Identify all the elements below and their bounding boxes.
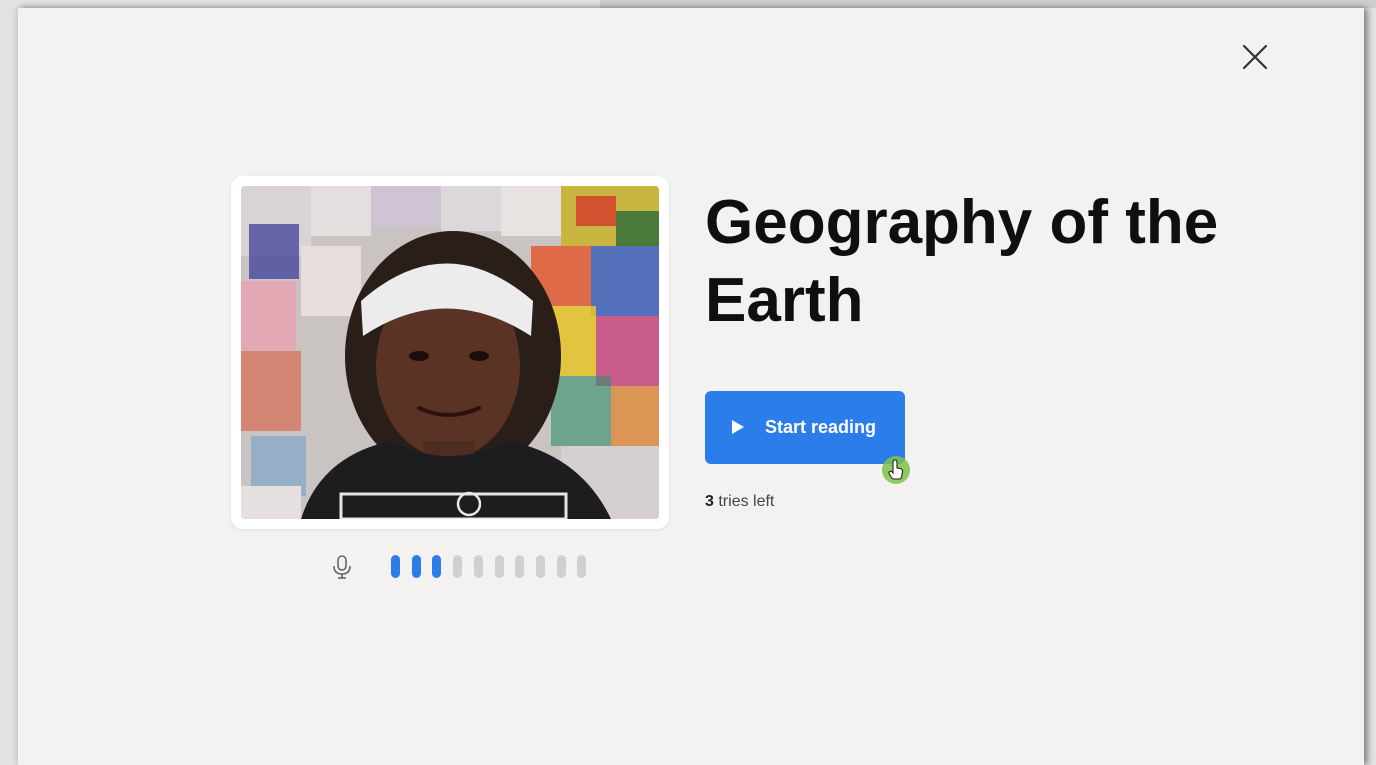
mic-level-bar [577, 555, 587, 578]
play-icon [732, 420, 744, 434]
start-reading-button[interactable]: Start reading [705, 391, 905, 464]
mic-level-bar [453, 555, 463, 578]
background-window [600, 0, 1376, 8]
tries-remaining: 3 tries left [705, 493, 774, 511]
microphone-level-meter [331, 551, 591, 581]
tries-count: 3 [705, 493, 714, 510]
microphone-icon [333, 555, 351, 579]
camera-preview-frame [231, 176, 669, 529]
camera-feed [241, 186, 659, 519]
lesson-title: Geography of the Earth [705, 188, 1219, 335]
close-button[interactable] [1240, 42, 1270, 72]
start-reading-label: Start reading [765, 417, 877, 437]
reading-dialog: Geography of the Earth Start reading 3 t… [18, 8, 1364, 765]
mic-level-bar [515, 555, 525, 578]
mic-level-bar [556, 555, 566, 578]
mic-level-bar [494, 555, 504, 578]
mic-level-bar [391, 555, 400, 578]
hand-pointer-icon [882, 456, 910, 484]
mic-level-bar [432, 555, 442, 578]
mic-level-bar [535, 555, 545, 578]
close-icon [1242, 44, 1268, 70]
mic-level-bar [473, 555, 483, 578]
tries-label: tries left [718, 493, 775, 510]
mic-level-bar [411, 555, 421, 578]
